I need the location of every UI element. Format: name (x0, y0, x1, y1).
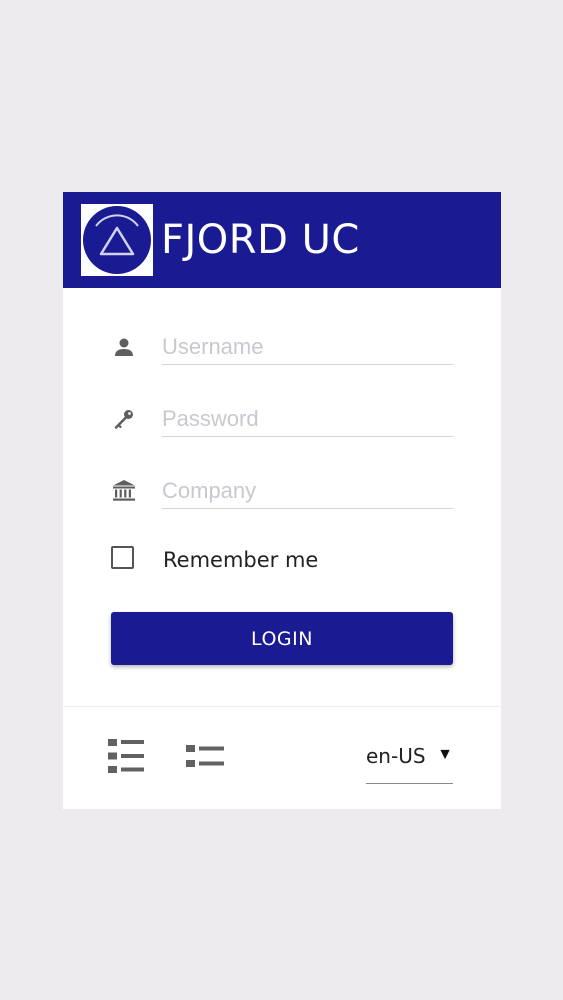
login-button[interactable]: LOGIN (111, 612, 453, 665)
chevron-down-icon: ▼ (437, 746, 453, 763)
logo (81, 204, 153, 276)
remember-checkbox[interactable] (111, 546, 134, 569)
password-row (63, 394, 501, 444)
company-row (63, 466, 501, 516)
password-input[interactable] (162, 402, 453, 437)
language-select[interactable]: en-US ▼ (366, 740, 453, 784)
login-card: FJORD UC Username Company Remember me LO… (63, 192, 501, 809)
key-icon (111, 406, 137, 432)
header-bar: FJORD UC (63, 192, 501, 288)
username-input[interactable] (162, 330, 453, 365)
company-input[interactable] (162, 474, 453, 509)
footer-divider (63, 706, 501, 707)
username-row (63, 322, 501, 372)
logo-icon (83, 206, 151, 274)
remember-row: Remember me (63, 542, 501, 582)
bank-icon (111, 478, 137, 504)
list-compact-icon[interactable] (185, 737, 225, 775)
remember-label[interactable]: Remember me (163, 548, 318, 572)
user-icon (111, 334, 137, 360)
brand-title: FJORD UC (161, 217, 360, 263)
list-detailed-icon[interactable] (107, 737, 145, 775)
language-value: en-US (366, 744, 426, 768)
